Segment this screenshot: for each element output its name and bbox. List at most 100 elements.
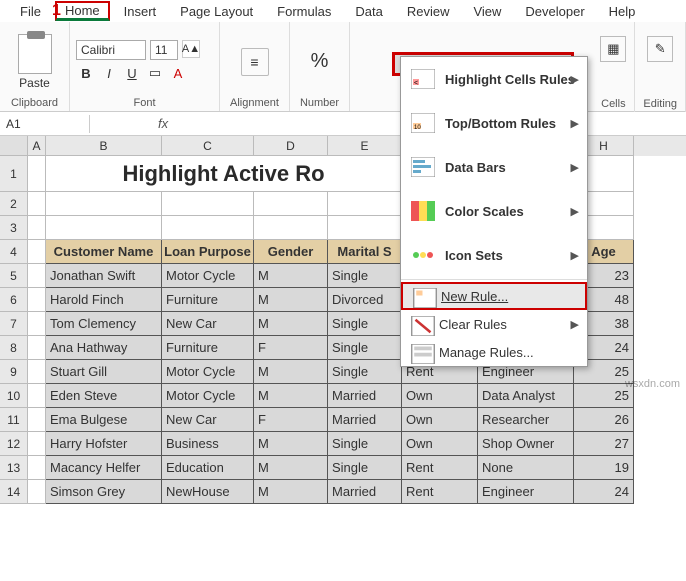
header-cell[interactable]: Loan Purpose <box>162 240 254 264</box>
cell[interactable] <box>328 192 402 216</box>
row-header[interactable]: 7 <box>0 312 28 336</box>
cell[interactable]: Furniture <box>162 336 254 360</box>
editing-icon[interactable]: ✎ <box>647 36 673 62</box>
cell[interactable] <box>28 384 46 408</box>
cell[interactable]: NewHouse <box>162 480 254 504</box>
row-header[interactable]: 1 <box>0 156 28 192</box>
cell[interactable]: M <box>254 384 328 408</box>
cell[interactable]: F <box>254 336 328 360</box>
cell[interactable] <box>28 456 46 480</box>
cell[interactable]: Engineer <box>478 480 574 504</box>
row-header[interactable]: 3 <box>0 216 28 240</box>
cell[interactable] <box>254 216 328 240</box>
row-header[interactable]: 5 <box>0 264 28 288</box>
cell[interactable]: Single <box>328 456 402 480</box>
header-cell[interactable]: Customer Name <box>46 240 162 264</box>
cell[interactable]: Shop Owner <box>478 432 574 456</box>
cell[interactable]: Education <box>162 456 254 480</box>
paste-icon[interactable] <box>18 34 52 74</box>
cell[interactable]: Business <box>162 432 254 456</box>
col-header-c[interactable]: C <box>162 136 254 156</box>
cell[interactable] <box>162 216 254 240</box>
row-header[interactable]: 6 <box>0 288 28 312</box>
border-icon[interactable]: ▭ <box>145 63 165 83</box>
cell[interactable]: M <box>254 360 328 384</box>
cell[interactable]: Married <box>328 480 402 504</box>
cell[interactable]: Ema Bulgese <box>46 408 162 432</box>
cell[interactable]: Furniture <box>162 288 254 312</box>
cell[interactable]: Data Analyst <box>478 384 574 408</box>
row-header[interactable]: 8 <box>0 336 28 360</box>
cell[interactable]: Single <box>328 336 402 360</box>
menu-formulas[interactable]: Formulas <box>267 2 341 21</box>
cell[interactable]: Simson Grey <box>46 480 162 504</box>
cell[interactable] <box>328 216 402 240</box>
cell[interactable]: Tom Clemency <box>46 312 162 336</box>
cell[interactable]: New Car <box>162 408 254 432</box>
cell[interactable] <box>46 192 162 216</box>
cell[interactable] <box>162 192 254 216</box>
cell[interactable]: Own <box>402 384 478 408</box>
row-header[interactable]: 13 <box>0 456 28 480</box>
cell[interactable]: Married <box>328 408 402 432</box>
cell[interactable] <box>28 432 46 456</box>
select-all-corner[interactable] <box>0 136 28 156</box>
col-header-d[interactable]: D <box>254 136 328 156</box>
menu-page-layout[interactable]: Page Layout <box>170 2 263 21</box>
cell[interactable]: Motor Cycle <box>162 360 254 384</box>
row-header[interactable]: 12 <box>0 432 28 456</box>
col-header-b[interactable]: B <box>46 136 162 156</box>
menu-data[interactable]: Data <box>345 2 392 21</box>
cell[interactable]: M <box>254 288 328 312</box>
cell[interactable]: Own <box>402 432 478 456</box>
cell[interactable] <box>28 360 46 384</box>
fx-label[interactable]: fx <box>150 116 176 131</box>
name-box[interactable]: A1 <box>0 115 90 133</box>
cell[interactable]: Stuart Gill <box>46 360 162 384</box>
cell[interactable]: M <box>254 312 328 336</box>
header-cell[interactable]: Marital S <box>328 240 402 264</box>
cell[interactable]: Ana Hathway <box>46 336 162 360</box>
cell[interactable] <box>28 216 46 240</box>
font-name-combo[interactable]: Calibri <box>76 40 146 60</box>
cell[interactable] <box>254 192 328 216</box>
title-cell[interactable]: Highlight Active Ro <box>46 156 402 192</box>
menu-review[interactable]: Review <box>397 2 460 21</box>
menu-manage-rules[interactable]: Manage Rules... <box>401 338 587 366</box>
cell[interactable]: F <box>254 408 328 432</box>
menu-clear-rules[interactable]: Clear Rules ▶ <box>401 310 587 338</box>
italic-button[interactable]: I <box>99 63 119 83</box>
menu-new-rule[interactable]: New Rule... <box>401 282 587 310</box>
bold-button[interactable]: B <box>76 63 96 83</box>
cell[interactable] <box>28 312 46 336</box>
row-header[interactable]: 10 <box>0 384 28 408</box>
cell[interactable]: 26 <box>574 408 634 432</box>
cell[interactable]: New Car <box>162 312 254 336</box>
cell[interactable]: 24 <box>574 480 634 504</box>
cell[interactable]: Researcher <box>478 408 574 432</box>
cell[interactable]: Harold Finch <box>46 288 162 312</box>
percent-icon[interactable]: % <box>311 50 329 73</box>
header-cell[interactable]: Gender <box>254 240 328 264</box>
menu-color-scales[interactable]: Color Scales ▶ <box>401 189 587 233</box>
cell[interactable]: M <box>254 456 328 480</box>
cell[interactable] <box>28 480 46 504</box>
cell[interactable]: Harry Hofster <box>46 432 162 456</box>
font-size-combo[interactable]: 11 <box>150 40 178 60</box>
row-header[interactable]: 9 <box>0 360 28 384</box>
cell[interactable]: Single <box>328 264 402 288</box>
row-header[interactable]: 2 <box>0 192 28 216</box>
cell[interactable]: M <box>254 432 328 456</box>
cell[interactable]: Divorced <box>328 288 402 312</box>
row-header[interactable]: 14 <box>0 480 28 504</box>
cell[interactable] <box>46 216 162 240</box>
cell[interactable]: Jonathan Swift <box>46 264 162 288</box>
cell[interactable]: 27 <box>574 432 634 456</box>
menu-insert[interactable]: Insert <box>114 2 167 21</box>
cells-icon[interactable]: ▦ <box>600 36 626 62</box>
row-header[interactable]: 11 <box>0 408 28 432</box>
menu-help[interactable]: Help <box>599 2 646 21</box>
cell[interactable]: None <box>478 456 574 480</box>
menu-developer[interactable]: Developer <box>515 2 594 21</box>
cell[interactable]: M <box>254 264 328 288</box>
